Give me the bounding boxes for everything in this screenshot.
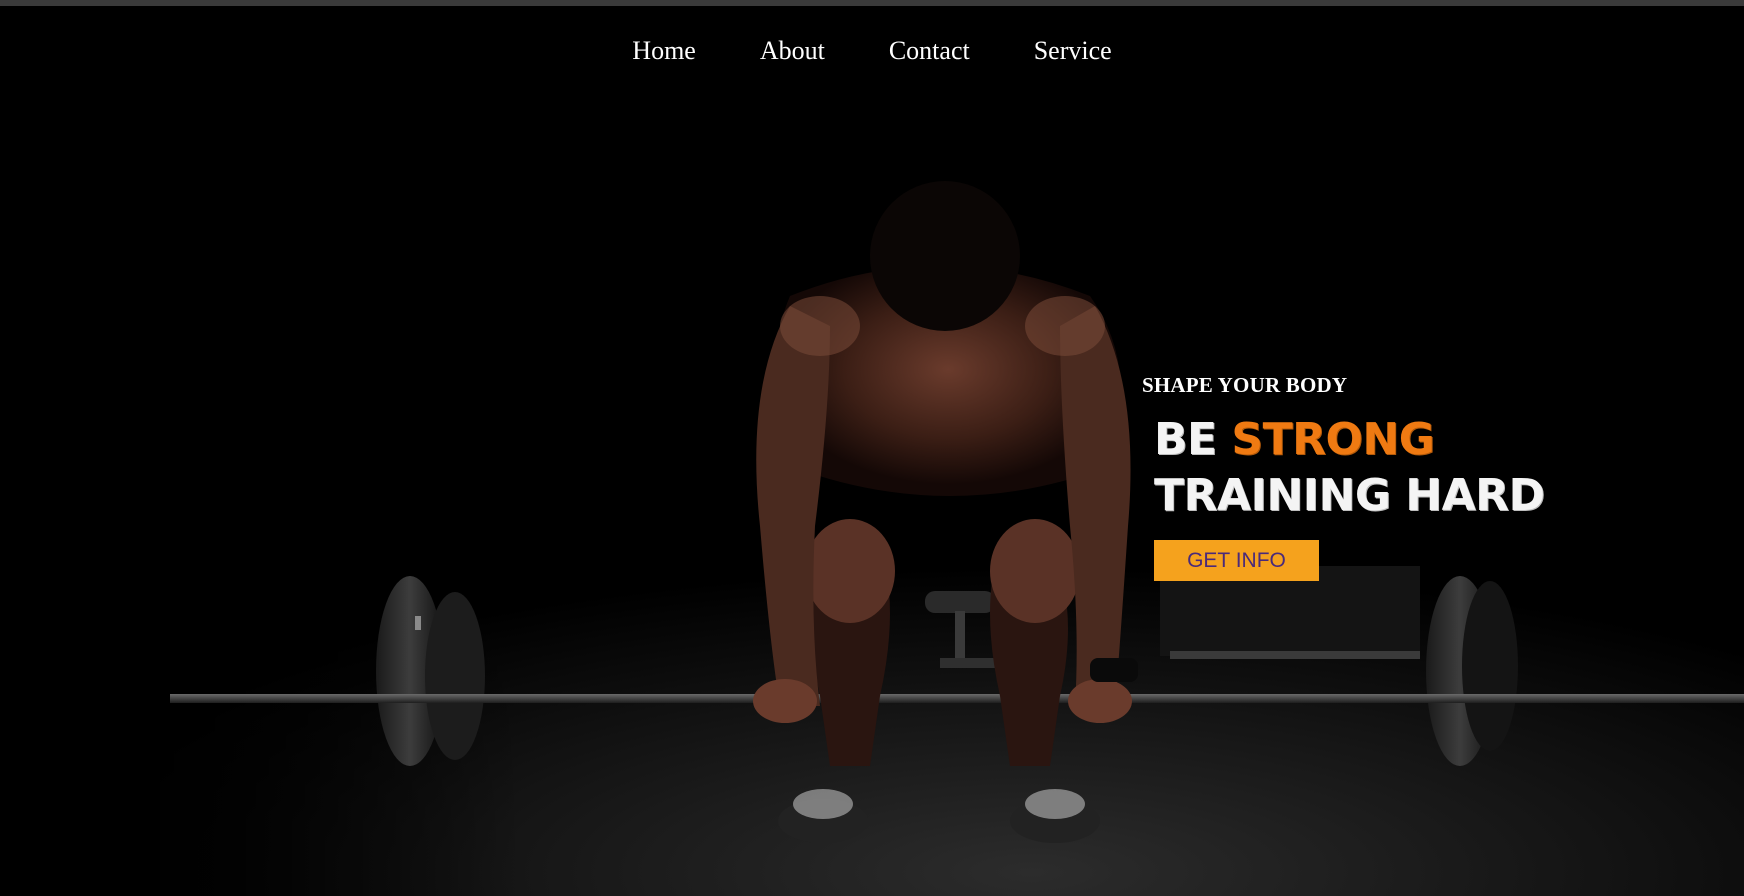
headline-strong: STRONG xyxy=(1231,414,1435,465)
nav-service-link[interactable]: Service xyxy=(1034,36,1112,66)
headline-be: BE xyxy=(1154,414,1232,465)
nav-about-link[interactable]: About xyxy=(760,36,825,66)
get-info-button[interactable]: GET INFO xyxy=(1154,540,1319,581)
main-nav: Home About Contact Service xyxy=(0,36,1744,66)
nav-home-link[interactable]: Home xyxy=(632,36,696,66)
hero-subtitle: SHAPE YOUR BODY xyxy=(1142,373,1348,397)
headline-line-2: TRAINING HARD xyxy=(1154,470,1545,521)
headline-line-1: BE STRONG xyxy=(1154,412,1545,468)
hero-text-block: SHAPE YOUR BODY BE STRONG TRAINING HARD … xyxy=(1142,372,1545,581)
hero-section: Home About Contact Service SHAPE YOUR BO… xyxy=(0,6,1744,896)
hero-headline: BE STRONG TRAINING HARD xyxy=(1154,412,1545,524)
nav-contact-link[interactable]: Contact xyxy=(889,36,970,66)
